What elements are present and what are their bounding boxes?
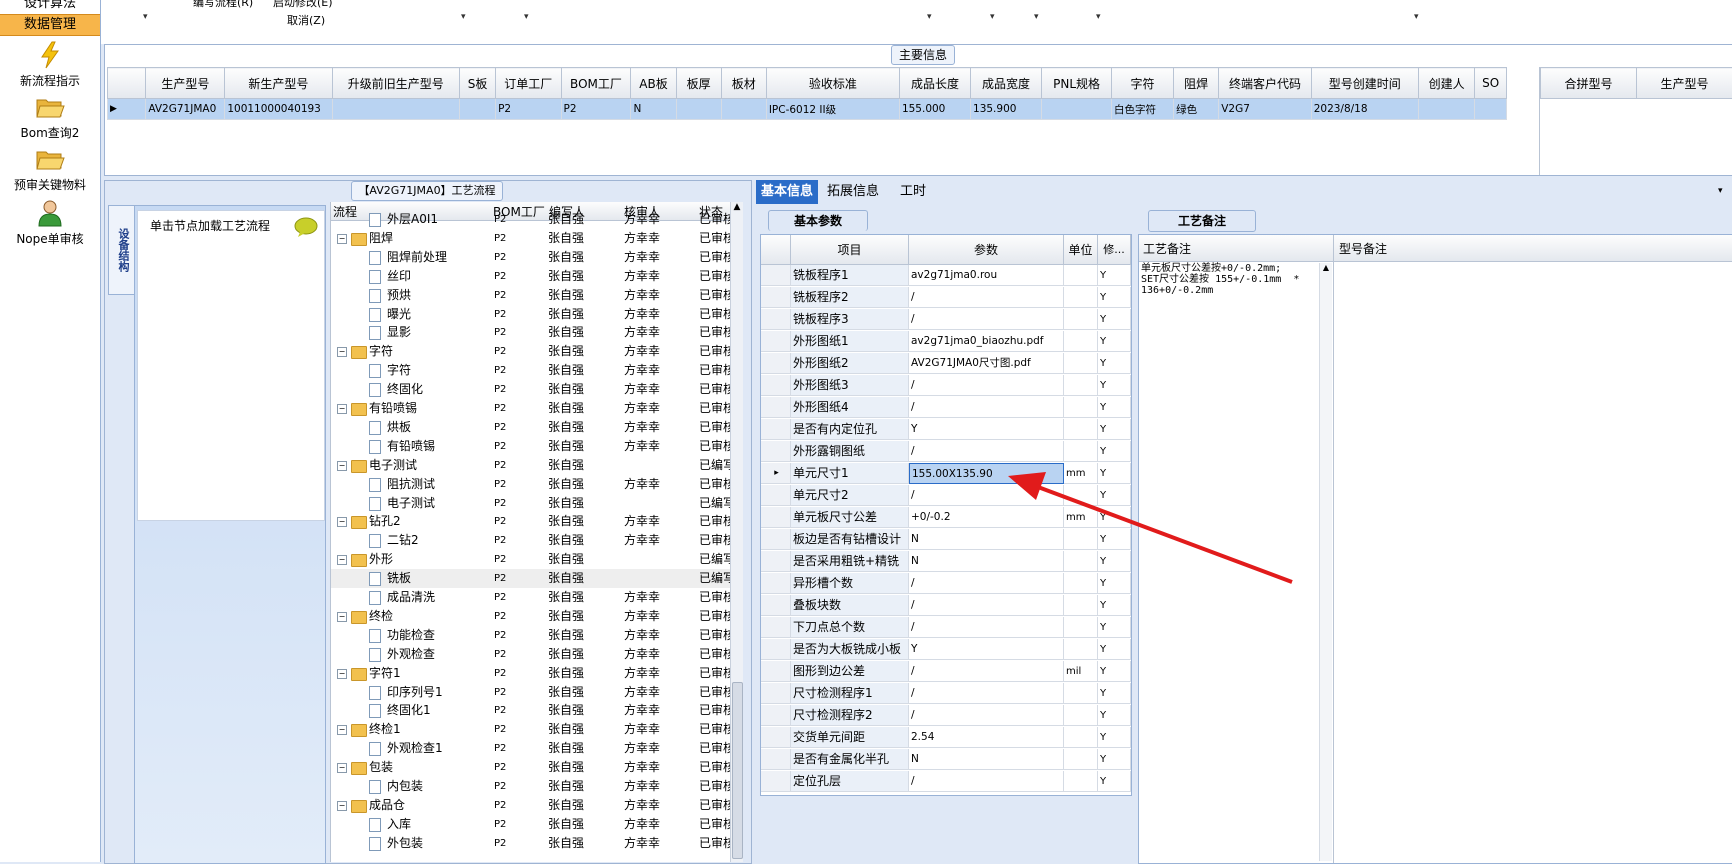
annotation-arrow [0,0,1732,862]
arrow-head [1008,472,1046,500]
arrow-line [1030,484,1292,582]
